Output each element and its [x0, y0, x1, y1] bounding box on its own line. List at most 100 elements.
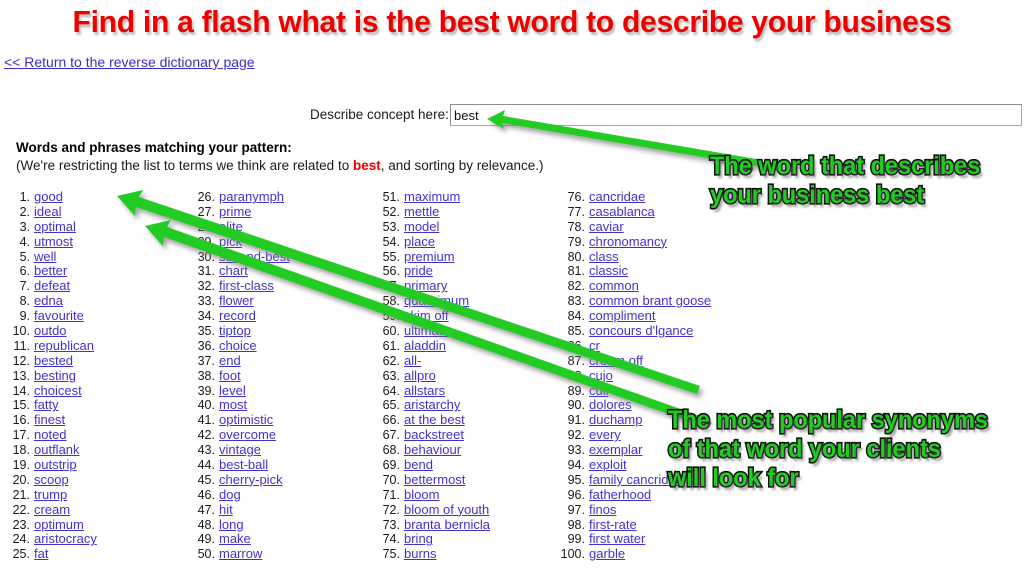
word-link[interactable]: bettermost [404, 472, 465, 488]
word-link[interactable]: duchamp [589, 412, 642, 428]
word-link[interactable]: chronomancy [589, 234, 667, 250]
word-link[interactable]: favourite [34, 308, 84, 324]
word-link[interactable]: hit [219, 502, 233, 518]
word-link[interactable]: republican [34, 338, 94, 354]
word-link[interactable]: choicest [34, 383, 82, 399]
word-link[interactable]: end [219, 353, 241, 369]
word-link[interactable]: exemplar [589, 442, 642, 458]
word-link[interactable]: first-class [219, 278, 274, 294]
word-link[interactable]: ultimate [404, 323, 450, 339]
word-link[interactable]: outdo [34, 323, 67, 339]
word-link[interactable]: mettle [404, 204, 439, 220]
word-link[interactable]: burns [404, 546, 437, 562]
word-link[interactable]: pride [404, 264, 433, 279]
word-link[interactable]: primary [404, 278, 447, 294]
word-link[interactable]: fat [34, 546, 48, 562]
word-link[interactable]: common brant goose [589, 293, 711, 309]
word-link[interactable]: finos [589, 502, 616, 518]
word-link[interactable]: defeat [34, 278, 70, 294]
word-link[interactable]: dolores [589, 398, 632, 413]
word-link[interactable]: fatherhood [589, 487, 651, 503]
describe-concept-input[interactable] [450, 104, 1022, 126]
word-link[interactable]: best-ball [219, 457, 268, 473]
word-link[interactable]: flower [219, 293, 254, 309]
word-link[interactable]: model [404, 219, 439, 235]
word-link[interactable]: second-best [219, 249, 290, 265]
word-link[interactable]: cream [34, 502, 70, 518]
word-link[interactable]: bloom of youth [404, 502, 489, 518]
word-link[interactable]: at the best [404, 412, 465, 428]
word-link[interactable]: every [589, 427, 621, 443]
word-link[interactable]: aladdin [404, 338, 446, 354]
word-link[interactable]: optimal [34, 219, 76, 235]
word-link[interactable]: marrow [219, 546, 262, 562]
word-link[interactable]: caviar [589, 219, 624, 235]
word-link[interactable]: optimum [34, 517, 84, 533]
word-link[interactable]: dog [219, 487, 241, 503]
word-link[interactable]: cherry-pick [219, 472, 283, 488]
word-link[interactable]: all- [404, 353, 421, 369]
word-link[interactable]: better [34, 264, 67, 279]
word-link[interactable]: outflank [34, 442, 80, 458]
word-link[interactable]: bring [404, 532, 433, 547]
word-link[interactable]: outstrip [34, 457, 77, 473]
word-link[interactable]: bend [404, 457, 433, 473]
word-link[interactable]: prime [219, 204, 252, 220]
word-link[interactable]: record [219, 308, 256, 324]
word-link[interactable]: exploit [589, 457, 627, 473]
return-to-reverse-dictionary-link[interactable]: << Return to the reverse dictionary page [4, 54, 255, 70]
word-link[interactable]: first water [589, 532, 645, 547]
word-link[interactable]: good [34, 189, 63, 205]
word-link[interactable]: common [589, 278, 639, 294]
word-link[interactable]: first-rate [589, 517, 637, 533]
word-link[interactable]: bloom [404, 487, 439, 503]
word-link[interactable]: choice [219, 338, 257, 354]
word-link[interactable]: elite [219, 219, 243, 235]
word-link[interactable]: pick [219, 234, 242, 250]
word-link[interactable]: utmost [34, 234, 73, 250]
word-link[interactable]: maximum [404, 189, 460, 205]
word-link[interactable]: family cancridae [589, 472, 683, 488]
word-link[interactable]: besting [34, 368, 76, 384]
word-link[interactable]: make [219, 532, 251, 547]
word-link[interactable]: allstars [404, 383, 445, 399]
word-link[interactable]: ideal [34, 204, 61, 220]
word-link[interactable]: scoop [34, 472, 69, 488]
word-link[interactable]: paranymph [219, 189, 284, 205]
word-link[interactable]: foot [219, 368, 241, 384]
word-link[interactable]: compliment [589, 308, 655, 324]
word-link[interactable]: fatty [34, 398, 59, 413]
word-link[interactable]: place [404, 234, 435, 250]
word-link[interactable]: quadrimum [404, 293, 469, 309]
word-link[interactable]: bested [34, 353, 73, 369]
word-link[interactable]: backstreet [404, 427, 464, 443]
word-link[interactable]: finest [34, 412, 65, 428]
word-link[interactable]: chart [219, 264, 248, 279]
word-link[interactable]: cream off [589, 353, 643, 369]
word-link[interactable]: noted [34, 427, 67, 443]
word-link[interactable]: vintage [219, 442, 261, 458]
word-link[interactable]: concours d'lgance [589, 323, 693, 339]
word-link[interactable]: branta bernicla [404, 517, 490, 533]
word-link[interactable]: optimistic [219, 412, 273, 428]
word-link[interactable]: cull [589, 383, 609, 399]
word-link[interactable]: cujo [589, 368, 613, 384]
word-link[interactable]: tiptop [219, 323, 251, 339]
word-link[interactable]: class [589, 249, 619, 265]
word-link[interactable]: casablanca [589, 204, 655, 220]
word-link[interactable]: aristocracy [34, 532, 97, 547]
word-link[interactable]: cancridae [589, 189, 645, 205]
word-link[interactable]: behaviour [404, 442, 461, 458]
word-link[interactable]: classic [589, 264, 628, 279]
word-link[interactable]: level [219, 383, 246, 399]
word-link[interactable]: garble [589, 546, 625, 562]
word-link[interactable]: trump [34, 487, 67, 503]
word-link[interactable]: premium [404, 249, 455, 265]
word-link[interactable]: edna [34, 293, 63, 309]
word-link[interactable]: cr [589, 338, 600, 354]
word-link[interactable]: long [219, 517, 244, 533]
word-link[interactable]: overcome [219, 427, 276, 443]
word-link[interactable]: well [34, 249, 56, 265]
word-link[interactable]: skim off [404, 308, 449, 324]
word-link[interactable]: allpro [404, 368, 436, 384]
